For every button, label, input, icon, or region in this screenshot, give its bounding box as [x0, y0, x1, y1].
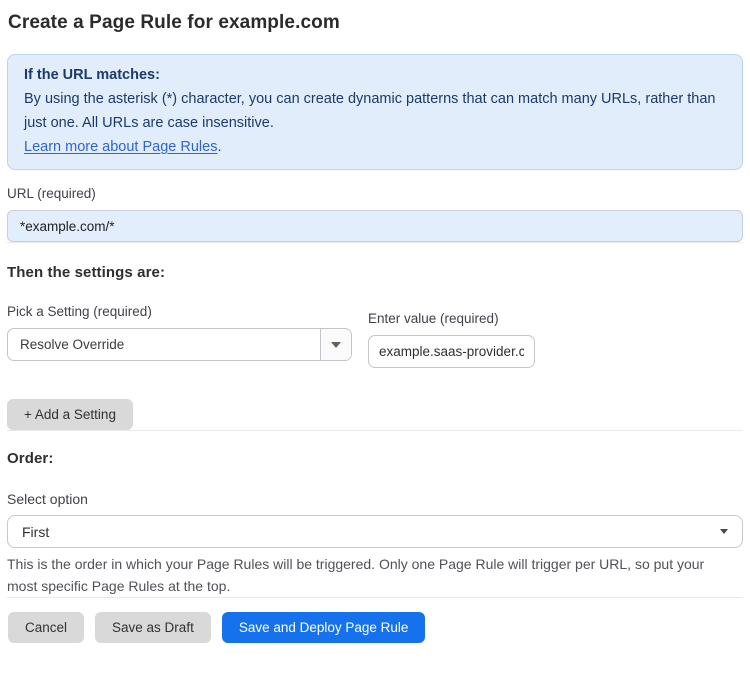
settings-heading: Then the settings are:	[7, 264, 166, 281]
learn-more-link[interactable]: Learn more about Page Rules	[24, 139, 217, 155]
url-match-info-box: If the URL matches: By using the asteris…	[7, 54, 743, 170]
info-box-body: By using the asterisk (*) character, you…	[24, 91, 716, 131]
chevron-down-icon[interactable]	[320, 329, 351, 360]
footer-actions: Cancel Save as Draft Save and Deploy Pag…	[7, 612, 743, 643]
url-input[interactable]	[7, 210, 743, 242]
info-box-link-line: Learn more about Page Rules.	[24, 135, 726, 159]
setting-value-input[interactable]	[368, 335, 535, 368]
save-deploy-button[interactable]: Save and Deploy Page Rule	[221, 612, 426, 643]
cancel-button[interactable]: Cancel	[8, 612, 85, 643]
create-page-rule-panel: Create a Page Rule for example.com If th…	[0, 0, 750, 643]
order-select-value: First	[22, 523, 50, 540]
section-divider	[7, 430, 743, 431]
chevron-down-icon	[720, 529, 728, 534]
order-heading: Order:	[7, 450, 54, 467]
setting-value-column: Enter value (required)	[368, 311, 535, 368]
triangle-glyph	[331, 341, 341, 348]
page-title: Create a Page Rule for example.com	[8, 12, 340, 33]
section-divider	[7, 242, 743, 243]
setting-dropdown-value: Resolve Override	[20, 337, 125, 352]
add-setting-button[interactable]: + Add a Setting	[7, 399, 133, 430]
setting-value-label: Enter value (required)	[368, 311, 499, 326]
order-help-text: This is the order in which your Page Rul…	[7, 556, 705, 594]
order-select-label: Select option	[7, 491, 88, 507]
setting-picker-column: Pick a Setting (required) Resolve Overri…	[7, 304, 352, 368]
link-period: .	[217, 139, 222, 155]
order-select[interactable]: First	[7, 515, 743, 548]
info-box-heading: If the URL matches:	[24, 67, 160, 83]
footer-divider	[7, 597, 743, 598]
url-label: URL (required)	[7, 186, 96, 201]
setting-dropdown[interactable]: Resolve Override	[7, 328, 352, 361]
setting-row: Pick a Setting (required) Resolve Overri…	[7, 304, 743, 368]
save-draft-button[interactable]: Save as Draft	[95, 612, 211, 643]
setting-picker-label: Pick a Setting (required)	[7, 304, 152, 319]
